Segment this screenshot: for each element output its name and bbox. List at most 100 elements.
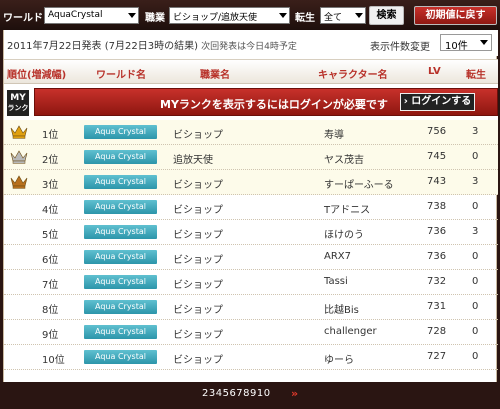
ranking-panel: 2011年7月22日発表 (7月22日3時の結果) 次回発表は今日4時予定 表示… bbox=[3, 30, 498, 382]
rebirth-cell: 0 bbox=[472, 276, 479, 287]
character-cell: ほけのう bbox=[324, 230, 364, 241]
release-date: 2011年7月22日発表 (7月22日3時の結果) bbox=[7, 41, 198, 52]
header-rank: 順位(増減幅) bbox=[7, 70, 67, 81]
silver-crown-icon bbox=[10, 150, 28, 164]
chevron-right-icon: › bbox=[403, 96, 408, 107]
world-select-value: AquaCrystal bbox=[48, 10, 103, 20]
world-badge[interactable]: Aqua Crystal bbox=[84, 175, 157, 189]
release-info: 2011年7月22日発表 (7月22日3時の結果) 次回発表は今日4時予定 bbox=[7, 37, 297, 52]
rebirth-select-value: 全て bbox=[324, 13, 343, 23]
header-character: キャラクター名 bbox=[318, 70, 388, 81]
table-row: 9位 Aqua Crystal ビショップ challenger 728 0 bbox=[4, 320, 498, 345]
world-badge[interactable]: Aqua Crystal bbox=[84, 250, 157, 264]
table-row: 7位 Aqua Crystal ビショップ Tassi 732 0 bbox=[4, 270, 498, 295]
ranking-table-body: 1位 Aqua Crystal ビショップ 寿導 756 3 2位 Aqua Crystal 追… bbox=[4, 120, 498, 370]
rank-cell: 5位 bbox=[42, 230, 59, 241]
character-cell: 比越Bis bbox=[324, 305, 359, 316]
rebirth-cell: 3 bbox=[472, 176, 479, 187]
level-cell: 736 bbox=[427, 251, 447, 262]
login-button-label: ログインする bbox=[411, 96, 472, 107]
page-numbers[interactable]: 2345678910 bbox=[202, 388, 271, 399]
display-count-value: 10件 bbox=[445, 41, 468, 52]
my-rank-label: MY ランク bbox=[7, 90, 29, 116]
job-cell: 追放天使 bbox=[173, 155, 213, 166]
world-select[interactable]: AquaCrystal bbox=[44, 7, 139, 24]
table-header: 順位(増減幅) ワールド名 職業名 キャラクター名 LV 転生 bbox=[4, 59, 498, 84]
rebirth-cell: 0 bbox=[472, 151, 479, 162]
rank-cell: 3位 bbox=[42, 180, 59, 191]
my-rank-label-bottom: ランク bbox=[7, 104, 29, 112]
world-badge[interactable]: Aqua Crystal bbox=[84, 125, 157, 139]
job-label: 職業 bbox=[145, 13, 165, 24]
login-button[interactable]: › ログインする bbox=[400, 93, 475, 111]
info-bar: 2011年7月22日発表 (7月22日3時の結果) 次回発表は今日4時予定 表示… bbox=[4, 30, 498, 56]
rebirth-cell: 0 bbox=[472, 301, 479, 312]
header-lv: LV bbox=[428, 66, 441, 77]
world-badge[interactable]: Aqua Crystal bbox=[84, 150, 157, 164]
job-select-value: ビショップ/追放天使 bbox=[173, 13, 258, 23]
table-row: 6位 Aqua Crystal ビショップ ARX7 736 0 bbox=[4, 245, 498, 270]
rebirth-label: 転生 bbox=[295, 13, 315, 24]
rebirth-cell: 3 bbox=[472, 126, 479, 137]
reset-defaults-button[interactable]: 初期値に戻す bbox=[414, 6, 497, 25]
level-cell: 743 bbox=[427, 176, 447, 187]
top-filter-bar: ワールド AquaCrystal 職業 ビショップ/追放天使 転生 全て 検索 … bbox=[0, 0, 500, 30]
character-cell: 寿導 bbox=[324, 130, 344, 141]
job-select[interactable]: ビショップ/追放天使 bbox=[169, 7, 290, 24]
character-cell: すーぱーふーる bbox=[324, 180, 394, 191]
level-cell: 727 bbox=[427, 351, 447, 362]
level-cell: 756 bbox=[427, 126, 447, 137]
rebirth-select[interactable]: 全て bbox=[320, 7, 366, 24]
next-page-icon[interactable]: » bbox=[291, 387, 298, 400]
rank-cell: 9位 bbox=[42, 330, 59, 341]
rebirth-cell: 0 bbox=[472, 326, 479, 337]
table-row: 10位 Aqua Crystal ビショップ ゆーら 727 0 bbox=[4, 345, 498, 370]
world-badge[interactable]: Aqua Crystal bbox=[84, 325, 157, 339]
job-cell: ビショップ bbox=[173, 355, 223, 366]
world-badge[interactable]: Aqua Crystal bbox=[84, 275, 157, 289]
display-count-label: 表示件数変更 bbox=[370, 42, 430, 53]
chevron-down-icon bbox=[480, 40, 488, 45]
rank-cell: 2位 bbox=[42, 155, 59, 166]
job-cell: ビショップ bbox=[173, 205, 223, 216]
chevron-down-icon bbox=[128, 13, 136, 18]
job-cell: ビショップ bbox=[173, 180, 223, 191]
character-cell: Tassi bbox=[324, 276, 348, 287]
display-count-select[interactable]: 10件 bbox=[440, 34, 492, 52]
chevron-down-icon bbox=[355, 13, 363, 18]
chevron-down-icon bbox=[279, 13, 287, 18]
header-rebirth: 転生 bbox=[466, 70, 486, 81]
table-row: 8位 Aqua Crystal ビショップ 比越Bis 731 0 bbox=[4, 295, 498, 320]
search-button[interactable]: 検索 bbox=[369, 6, 404, 25]
rank-cell: 4位 bbox=[42, 205, 59, 216]
header-job: 職業名 bbox=[200, 70, 230, 81]
character-cell: ゆーら bbox=[324, 355, 354, 366]
world-badge[interactable]: Aqua Crystal bbox=[84, 225, 157, 239]
world-label: ワールド bbox=[3, 13, 43, 24]
level-cell: 738 bbox=[427, 201, 447, 212]
job-cell: ビショップ bbox=[173, 280, 223, 291]
world-badge[interactable]: Aqua Crystal bbox=[84, 200, 157, 214]
character-cell: Tアドニス bbox=[324, 205, 371, 216]
job-cell: ビショップ bbox=[173, 130, 223, 141]
pagination: 2345678910 » bbox=[0, 382, 500, 409]
table-row: 2位 Aqua Crystal 追放天使 ヤス茂吉 745 0 bbox=[4, 145, 498, 170]
world-badge[interactable]: Aqua Crystal bbox=[84, 300, 157, 314]
job-cell: ビショップ bbox=[173, 305, 223, 316]
header-world: ワールド名 bbox=[96, 70, 146, 81]
table-row: 4位 Aqua Crystal ビショップ Tアドニス 738 0 bbox=[4, 195, 498, 220]
login-required-banner: MYランクを表示するにはログインが必要です › ログインする bbox=[34, 88, 498, 116]
job-cell: ビショップ bbox=[173, 230, 223, 241]
rank-cell: 7位 bbox=[42, 280, 59, 291]
login-required-message: MYランクを表示するにはログインが必要です bbox=[160, 98, 388, 111]
my-rank-label-top: MY bbox=[10, 93, 26, 103]
rank-cell: 10位 bbox=[42, 355, 65, 366]
bronze-crown-icon bbox=[10, 175, 28, 189]
level-cell: 732 bbox=[427, 276, 447, 287]
world-badge[interactable]: Aqua Crystal bbox=[84, 350, 157, 364]
rebirth-cell: 0 bbox=[472, 201, 479, 212]
table-row: 5位 Aqua Crystal ビショップ ほけのう 736 3 bbox=[4, 220, 498, 245]
gold-crown-icon bbox=[10, 125, 28, 139]
my-rank-row: MY ランク MYランクを表示するにはログインが必要です › ログインする bbox=[4, 84, 498, 120]
rank-cell: 6位 bbox=[42, 255, 59, 266]
